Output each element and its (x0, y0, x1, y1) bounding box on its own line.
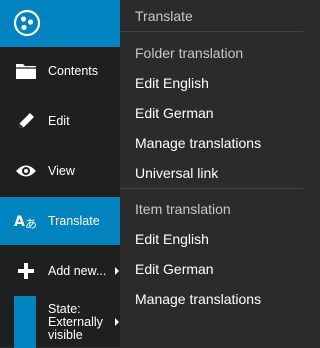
divider (120, 31, 303, 32)
toolbar-edit-label: Edit (48, 114, 70, 128)
eye-icon (14, 159, 38, 183)
item-edit-german[interactable]: Edit German (135, 261, 214, 277)
toolbar-state[interactable]: State: Externally visible (0, 296, 120, 348)
toolbar-translate[interactable]: A あ Translate (0, 197, 129, 245)
toolbar-contents[interactable]: Contents (0, 47, 120, 95)
plus-icon (14, 259, 38, 283)
pencil-icon (14, 109, 38, 133)
item-translation-header: Item translation (135, 201, 231, 217)
folder-icon (14, 59, 38, 83)
folder-edit-english[interactable]: Edit English (135, 75, 209, 91)
toolbar: Contents Edit View A あ Translate Add new… (0, 0, 129, 348)
submenu-arrow-icon (115, 318, 119, 326)
toolbar-edit[interactable]: Edit (0, 97, 120, 145)
toolbar-contents-label: Contents (48, 64, 99, 78)
folder-translation-header: Folder translation (135, 45, 244, 61)
menu-title: Translate (135, 8, 193, 24)
folder-edit-german[interactable]: Edit German (135, 105, 214, 121)
plone-logo-icon (13, 9, 41, 37)
svg-text:あ: あ (25, 217, 37, 231)
toolbar-view[interactable]: View (0, 147, 120, 195)
toolbar-state-label: State: Externally visible (48, 301, 103, 342)
folder-manage-translations[interactable]: Manage translations (135, 135, 261, 151)
toolbar-translate-label: Translate (48, 214, 100, 228)
svg-text:A: A (14, 214, 25, 230)
translate-menu: Translate Folder translation Edit Englis… (120, 0, 303, 347)
divider (120, 188, 303, 189)
toolbar-view-label: View (48, 164, 75, 178)
submenu-arrow-icon (115, 267, 119, 275)
folder-universal-link[interactable]: Universal link (135, 165, 218, 181)
toolbar-add-new-label: Add new... (48, 264, 107, 278)
toolbar-logo-button[interactable] (0, 0, 120, 47)
toolbar-add-new[interactable]: Add new... (0, 247, 120, 295)
translate-icon: A あ (14, 209, 38, 233)
item-edit-english[interactable]: Edit English (135, 231, 209, 247)
item-manage-translations[interactable]: Manage translations (135, 291, 261, 307)
state-indicator (14, 296, 36, 348)
